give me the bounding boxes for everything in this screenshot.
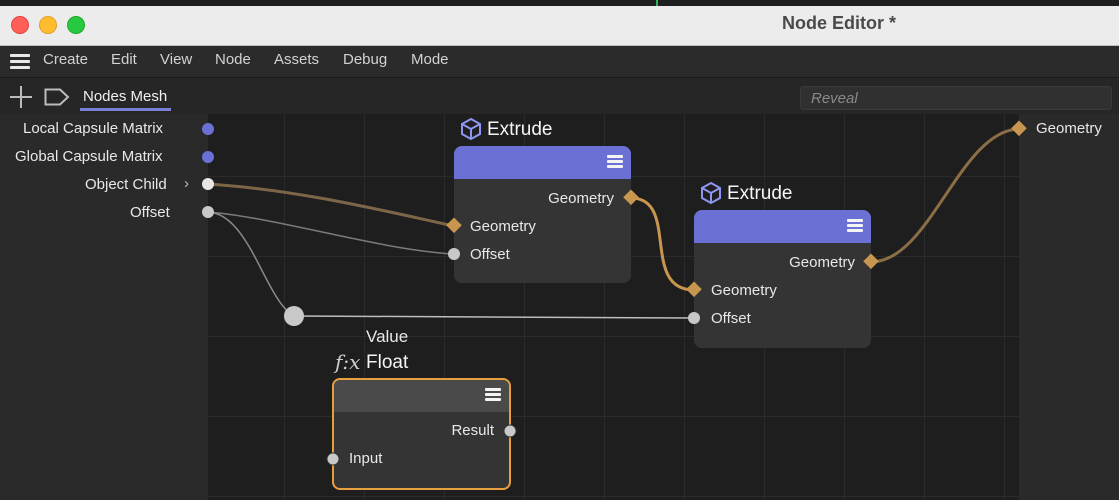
extrude2-geometry-in-port[interactable] (686, 281, 702, 298)
extrude2-offset-in-port[interactable] (688, 312, 700, 324)
float-input-port[interactable] (326, 452, 340, 466)
wire-extrude2-to-output-geometry (870, 127, 1020, 264)
wire-offset-to-reroute (207, 211, 295, 317)
port-offset[interactable] (202, 206, 214, 218)
extrude1-geometry-out-port[interactable] (623, 189, 639, 206)
port-local-capsule-matrix[interactable] (202, 123, 214, 135)
wire-object-child-to-extrude1-geometry (207, 182, 455, 228)
extrude1-geometry-in-port[interactable] (446, 217, 462, 234)
wire-layer (202, 120, 1027, 466)
port-object-child[interactable] (202, 178, 214, 190)
float-result-port[interactable] (503, 424, 517, 438)
extrude1-offset-in-port[interactable] (448, 248, 460, 260)
output-geometry-port[interactable] (1011, 120, 1027, 137)
extrude2-geometry-out-port[interactable] (863, 253, 879, 270)
reroute-dot[interactable] (284, 306, 304, 326)
port-global-capsule-matrix[interactable] (202, 151, 214, 163)
wire-extrude1-to-extrude2-geometry (630, 196, 695, 292)
wire-reroute-to-extrude2-offset (293, 315, 695, 319)
